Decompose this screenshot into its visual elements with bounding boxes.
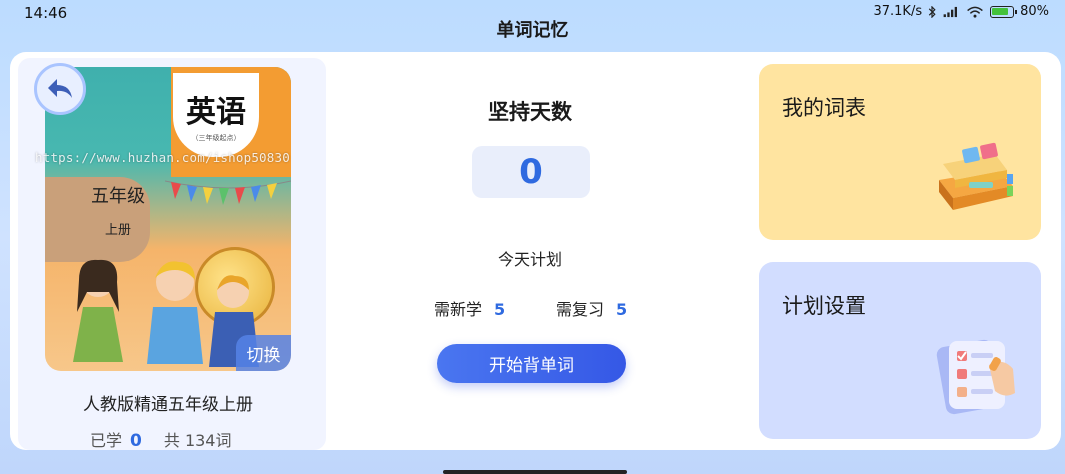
my-vocab-list-card[interactable]: 我的词表 (759, 64, 1041, 240)
cover-title-box: 英语 （三年级起点） (173, 73, 259, 157)
bunting-illustration (165, 180, 291, 205)
plan-settings-label: 计划设置 (782, 294, 866, 318)
page-title: 单词记忆 (496, 20, 569, 41)
new-words-label: 需新学 (434, 300, 483, 319)
cover-volume: 上册 (105, 223, 132, 238)
switch-book-button[interactable]: 切换 (236, 335, 291, 371)
new-words-stat: 需新学 5 (434, 296, 505, 320)
book-name: 人教版精通五年级上册 (83, 395, 253, 415)
total-words: 共 134词 (163, 431, 232, 450)
watermark-text: https://www.huzhan.com/ishop50830 (35, 150, 290, 165)
back-button[interactable] (34, 63, 86, 115)
cover-grade: 五年级 (91, 186, 145, 207)
book-stack-icon (939, 142, 1013, 210)
review-words-label: 需复习 (556, 300, 605, 319)
cover-title: 英语 (186, 95, 246, 130)
start-memorize-button[interactable]: 开始背单词 (437, 344, 626, 383)
streak-days-value: 0 (472, 146, 590, 198)
plan-settings-card[interactable]: 计划设置 (759, 262, 1041, 439)
back-arrow-icon (48, 79, 72, 98)
my-vocab-list-label: 我的词表 (782, 96, 866, 120)
home-indicator[interactable] (443, 470, 627, 474)
review-words-stat: 需复习 5 (556, 296, 627, 320)
learned-label: 已学 (90, 431, 123, 450)
today-plan-title: 今天计划 (497, 250, 562, 269)
learned-stats: 已学 0 共 134词 (90, 427, 232, 451)
streak-title: 坚持天数 (488, 100, 572, 124)
review-words-count: 5 (616, 300, 628, 319)
new-words-count: 5 (494, 300, 506, 319)
book-cover[interactable]: 英语 （三年级起点） 五年级 上册 (45, 67, 291, 371)
cover-subtitle: （三年级起点） (191, 134, 241, 142)
learned-count: 0 (130, 431, 142, 451)
checklist-icon (936, 339, 1015, 415)
